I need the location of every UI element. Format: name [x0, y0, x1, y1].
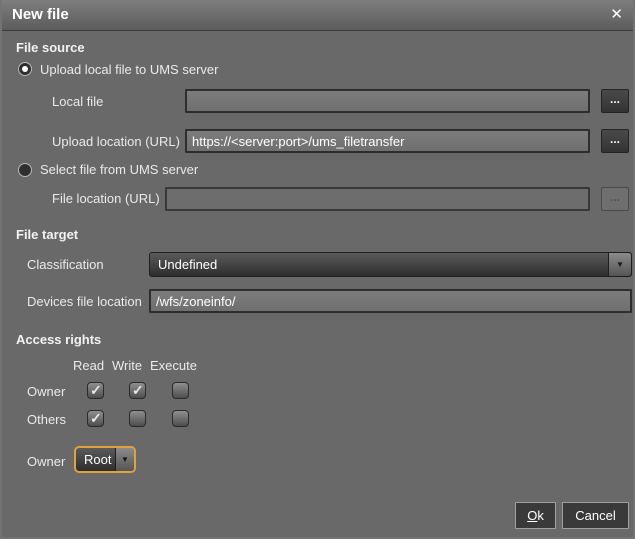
checkbox-others-read[interactable]: ✓: [87, 410, 104, 427]
local-file-browse-button[interactable]: ...: [601, 89, 629, 113]
column-header-execute: Execute: [150, 358, 197, 373]
classification-value: Undefined: [158, 253, 217, 276]
checkbox-owner-execute[interactable]: ✓: [172, 382, 189, 399]
chevron-down-icon[interactable]: ▼: [608, 253, 631, 276]
upload-local-radio-label[interactable]: Upload local file to UMS server: [40, 62, 218, 77]
close-icon[interactable]: ✕: [610, 0, 623, 30]
ok-button-mnemonic: O: [527, 508, 537, 523]
ok-button-label-rest: k: [537, 508, 544, 523]
checkbox-owner-read[interactable]: ✓: [87, 382, 104, 399]
check-icon: ✓: [132, 382, 144, 399]
access-rights-section-label: Access rights: [16, 332, 101, 347]
chevron-down-icon[interactable]: ▼: [115, 448, 134, 471]
owner-value: Root: [84, 448, 111, 471]
local-file-label: Local file: [52, 94, 103, 109]
cancel-button[interactable]: Cancel: [562, 502, 629, 529]
checkbox-others-execute[interactable]: ✓: [172, 410, 189, 427]
check-icon: ✓: [90, 382, 102, 399]
column-header-write: Write: [112, 358, 142, 373]
upload-local-radio[interactable]: [18, 62, 32, 76]
upload-location-browse-button[interactable]: ...: [601, 129, 629, 153]
select-from-server-radio[interactable]: [18, 163, 32, 177]
upload-location-input[interactable]: [185, 129, 590, 153]
file-target-section-label: File target: [16, 227, 78, 242]
owner-dropdown[interactable]: Root ▼: [74, 446, 136, 473]
owner-row-label: Owner: [27, 384, 65, 399]
column-header-read: Read: [73, 358, 104, 373]
upload-location-label: Upload location (URL): [52, 134, 180, 149]
file-source-section-label: File source: [16, 40, 85, 55]
file-location-input: [165, 187, 590, 211]
file-location-browse-button: ...: [601, 187, 629, 211]
file-location-label: File location (URL): [52, 191, 160, 206]
checkbox-others-write[interactable]: ✓: [129, 410, 146, 427]
check-icon: ✓: [90, 410, 102, 427]
local-file-input[interactable]: [185, 89, 590, 113]
devices-file-location-input[interactable]: [149, 289, 632, 313]
classification-label: Classification: [27, 257, 104, 272]
titlebar: New file ✕: [2, 0, 633, 31]
dialog-title: New file: [12, 0, 69, 30]
owner-select-label: Owner: [27, 454, 65, 469]
checkbox-owner-write[interactable]: ✓: [129, 382, 146, 399]
select-from-server-radio-label[interactable]: Select file from UMS server: [40, 162, 198, 177]
ok-button[interactable]: Ok: [515, 502, 556, 529]
devices-file-location-label: Devices file location: [27, 294, 142, 309]
others-row-label: Others: [27, 412, 66, 427]
new-file-dialog: New file ✕ File source Upload local file…: [0, 0, 635, 539]
classification-dropdown[interactable]: Undefined ▼: [149, 252, 632, 277]
